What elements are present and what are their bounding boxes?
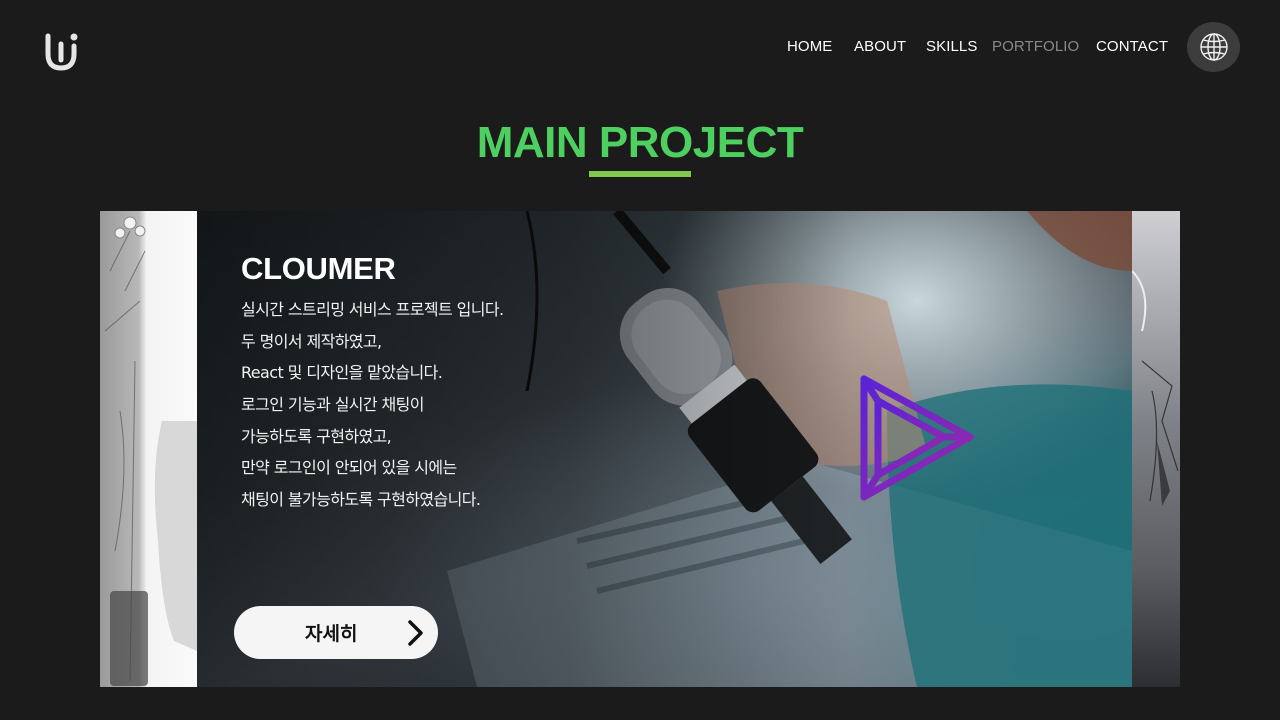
site-header: HOME ABOUT SKILLS PORTFOLIO CONTACT (0, 0, 1280, 96)
nav-contact[interactable]: CONTACT (1096, 38, 1168, 55)
description-line: 실시간 스트리밍 서비스 프로젝트 입니다. (241, 300, 504, 319)
project-slider: CLOUMER 실시간 스트리밍 서비스 프로젝트 입니다. 두 명이서 제작하… (100, 211, 1180, 687)
description-line: 만약 로그인이 안되어 있을 시에는 (241, 458, 457, 478)
language-button[interactable] (1187, 22, 1240, 72)
detail-button-label: 자세히 (305, 623, 358, 645)
nav-home[interactable]: HOME (787, 38, 832, 55)
next-slide-preview[interactable] (1131, 211, 1180, 687)
title-underline (589, 171, 691, 177)
main-nav: HOME ABOUT SKILLS PORTFOLIO CONTACT (0, 38, 1280, 58)
description-line: React 및 디자인을 맡았습니다. (241, 363, 443, 383)
chevron-right-icon (408, 620, 423, 646)
nav-skills[interactable]: SKILLS (926, 38, 977, 55)
description-line: 로그인 기능과 실시간 채팅이 (241, 395, 425, 415)
description-line: 가능하도록 구현하였고, (241, 426, 392, 446)
description-line: 채팅이 불가능하도록 구현하였습니다. (241, 490, 481, 510)
globe-icon (1199, 33, 1228, 61)
project-slide: CLOUMER 실시간 스트리밍 서비스 프로젝트 입니다. 두 명이서 제작하… (197, 211, 1132, 687)
nav-about[interactable]: ABOUT (854, 38, 906, 55)
play-logo-icon (860, 375, 974, 501)
section-title: MAIN PROJECT (476, 118, 804, 167)
description-line: 두 명이서 제작하였고, (241, 331, 382, 351)
project-description: 실시간 스트리밍 서비스 프로젝트 입니다. 두 명이서 제작하였고, Reac… (241, 298, 581, 520)
nav-portfolio[interactable]: PORTFOLIO (992, 38, 1079, 55)
project-title: CLOUMER (241, 251, 396, 286)
prev-slide-preview[interactable] (100, 211, 197, 687)
detail-button[interactable]: 자세히 (234, 606, 438, 659)
